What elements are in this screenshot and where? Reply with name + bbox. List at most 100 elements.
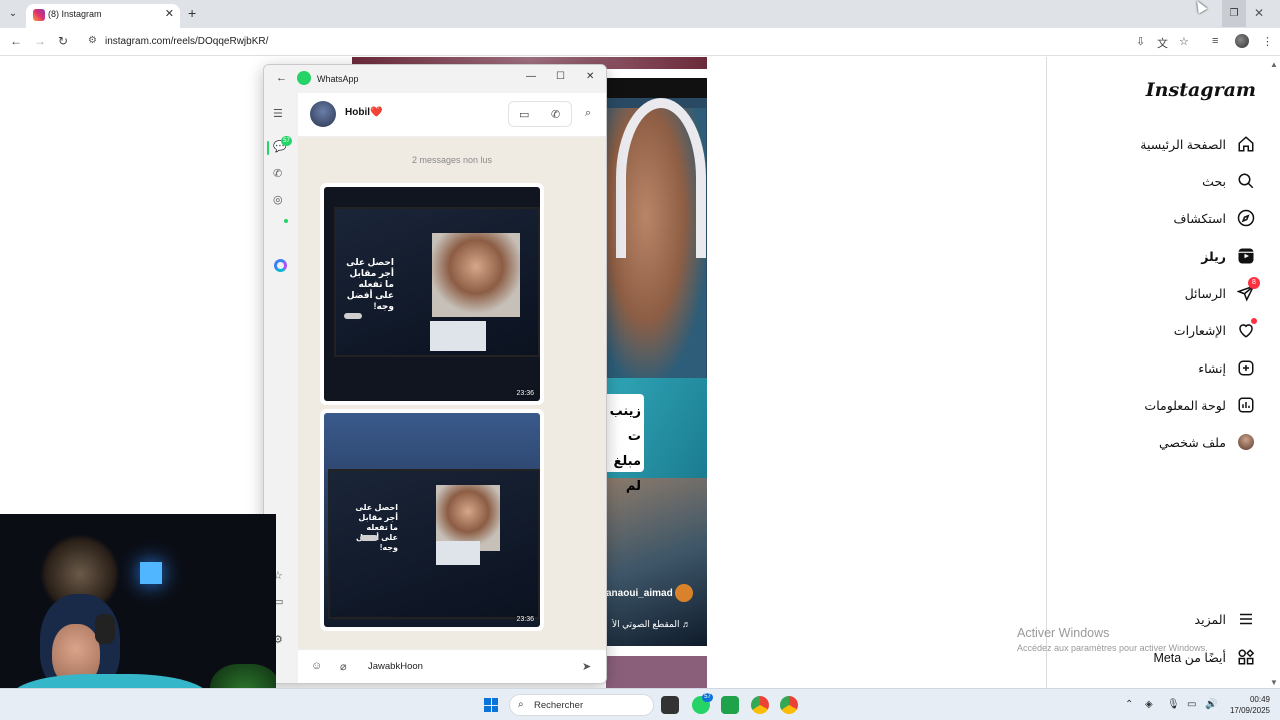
nav-home[interactable]: الصفحة الرئيسية <box>1140 132 1256 156</box>
attach-icon[interactable]: ⌀ <box>340 660 347 673</box>
bookmark-star-icon[interactable]: ☆ <box>1179 35 1189 48</box>
messages-icon: 8 <box>1236 277 1260 303</box>
reel-username[interactable]: anaoui_aimad <box>606 588 673 599</box>
tab-close-icon[interactable]: ✕ <box>165 7 174 20</box>
install-app-icon[interactable]: ⇩ <box>1136 35 1145 48</box>
nav-dashboard[interactable]: لوحة المعلومات <box>1144 393 1256 417</box>
monitor-pip-window <box>436 541 480 565</box>
minimize-button[interactable]: — <box>526 71 536 82</box>
nav-notifications[interactable]: الإشعارات <box>1173 318 1257 342</box>
browser-tab[interactable]: (8) Instagram ✕ <box>26 4 180 28</box>
home-icon <box>1236 134 1256 154</box>
create-icon <box>1236 358 1256 378</box>
nav-label: الرسائل <box>1184 286 1226 301</box>
nav-label: المزيد <box>1194 612 1226 627</box>
image-message[interactable]: احصل على أجر مقابل ما تفعله على أفضل وجه… <box>320 183 544 405</box>
volume-icon[interactable]: 🔊 <box>1205 699 1217 710</box>
forward-icon[interactable]: → <box>34 34 46 48</box>
taskbar-clock[interactable]: 00:49 17/09/2025 <box>1228 694 1270 716</box>
unread-messages-divider: 2 messages non lus <box>411 155 493 165</box>
nav-label: ملف شخصي <box>1158 435 1226 450</box>
meta-ai-icon[interactable] <box>274 259 287 272</box>
nav-profile[interactable]: ملف شخصي <box>1159 430 1256 454</box>
instagram-logo[interactable]: Instagram <box>1146 79 1256 101</box>
monitor-headline: احصل على أجر مقابل ما تفعله على أفضل وجه… <box>355 503 398 552</box>
reel-caption-overlay: زينب ت مبلغ لم <box>606 394 644 493</box>
active-indicator <box>267 141 269 155</box>
send-icon[interactable]: ➤ <box>582 660 591 673</box>
emoji-icon[interactable]: ☺ <box>311 660 322 672</box>
whatsapp-titlebar: ← WhatsApp — ☐ ✕ <box>264 65 606 93</box>
microphone-icon[interactable]: 🎙 <box>1167 699 1180 710</box>
whatsapp-window: ← WhatsApp — ☐ ✕ ☰ 💬 57 ✆ ◎ ☆ ▭ ⚙ Hobil❤… <box>263 64 607 684</box>
search-icon[interactable]: ⌕ <box>585 107 591 120</box>
nav-messages[interactable]: الرسائل 8 <box>1184 277 1260 305</box>
nav-create[interactable]: إنشاء <box>1198 356 1256 380</box>
search-icon <box>1236 171 1256 191</box>
apps-grid-icon <box>1236 647 1256 667</box>
chrome-taskbar-icon[interactable] <box>751 696 769 714</box>
message-input[interactable]: JawabkHoon <box>368 661 423 672</box>
mouse-cursor-icon <box>1192 0 1208 14</box>
scroll-up-arrow-icon[interactable]: ▲ <box>1270 60 1278 69</box>
taskbar-search[interactable]: ⌕ Rechercher <box>509 694 654 716</box>
app-title: WhatsApp <box>317 74 359 84</box>
webcam-headset <box>95 614 115 644</box>
status-icon[interactable]: ◎ <box>273 193 283 206</box>
monitor-button <box>344 313 362 319</box>
nav-label: الإشعارات <box>1173 323 1226 338</box>
status-new-dot <box>284 219 288 223</box>
tab-search-button[interactable]: ⌄ <box>4 5 22 23</box>
back-icon[interactable]: ← <box>10 34 22 48</box>
voice-call-icon[interactable]: ✆ <box>551 108 560 121</box>
watermark-subtitle: Accédez aux paramètres pour activer Wind… <box>1017 643 1208 653</box>
site-info-icon[interactable]: ⚙ <box>88 35 97 46</box>
monitor-button <box>360 535 378 541</box>
reel-top-area <box>606 78 707 98</box>
nav-reels[interactable]: ريلز <box>1201 244 1256 268</box>
tray-overflow-icon[interactable]: ⌃ <box>1125 699 1133 710</box>
maximize-button[interactable]: ☐ <box>556 71 565 82</box>
close-button[interactable]: ✕ <box>586 71 594 82</box>
call-buttons: ▭ ✆ <box>508 101 572 127</box>
search-placeholder: Rechercher <box>534 700 584 711</box>
reel-video[interactable]: زينب ت مبلغ لم anaoui_aimad ♬ المقطع الص… <box>606 78 707 646</box>
reel-hijab <box>616 98 706 258</box>
chrome-profile-taskbar-icon[interactable] <box>780 696 798 714</box>
task-view-icon[interactable] <box>661 696 679 714</box>
back-icon[interactable]: ← <box>276 72 287 84</box>
browser-menu-icon[interactable]: ⋮ <box>1262 35 1273 48</box>
menu-icon <box>1236 609 1256 629</box>
image-message[interactable]: احصل على أجر مقابل ما تفعله على أفضل وجه… <box>320 409 544 631</box>
url-text[interactable]: instagram.com/reels/DOqqeRwjbKR/ <box>105 36 268 47</box>
reel-user-avatar[interactable] <box>675 584 693 602</box>
reload-icon[interactable]: ↻ <box>58 34 68 48</box>
window-restore-button[interactable]: ❐ <box>1222 0 1246 27</box>
browser-profile-avatar[interactable] <box>1235 34 1249 48</box>
contact-name[interactable]: Hobil❤️ <box>345 107 382 118</box>
windows-taskbar: ⌕ Rechercher 57 ⌃ ◈ 🎙 ▭ 🔊 00:49 17/09/20… <box>0 688 1280 720</box>
contact-avatar[interactable] <box>310 101 336 127</box>
app-taskbar-icon[interactable] <box>721 696 739 714</box>
clock-date: 17/09/2025 <box>1229 706 1270 715</box>
new-tab-button[interactable]: + <box>188 5 196 21</box>
watermark-title: Activer Windows <box>1017 626 1110 640</box>
scroll-down-arrow-icon[interactable]: ▼ <box>1270 678 1278 687</box>
translate-icon[interactable]: 文 <box>1157 35 1168 51</box>
dashboard-icon <box>1236 395 1256 415</box>
nav-explore[interactable]: استكشاف <box>1173 206 1256 230</box>
network-icon[interactable]: ▭ <box>1187 699 1196 710</box>
windows-start-icon[interactable] <box>484 698 498 712</box>
nav-search[interactable]: بحث <box>1202 169 1256 193</box>
image-thumbnail: احصل على أجر مقابل ما تفعله على أفضل وجه… <box>324 413 540 627</box>
reel-audio-label[interactable]: ♬ المقطع الصوتي الأ <box>606 619 691 630</box>
tray-app-icon[interactable]: ◈ <box>1145 699 1153 710</box>
menu-icon[interactable]: ☰ <box>273 107 283 120</box>
reel-caption-line: مبلغ <box>613 453 641 468</box>
media-controls-icon[interactable]: ≡ <box>1212 35 1218 47</box>
address-bar[interactable]: ⚙ instagram.com/reels/DOqqeRwjbKR/ <box>80 31 1130 53</box>
clock-time: 00:49 <box>1249 695 1270 704</box>
calls-icon[interactable]: ✆ <box>273 167 282 180</box>
video-call-icon[interactable]: ▭ <box>519 108 529 121</box>
window-close-button[interactable]: ✕ <box>1254 6 1264 20</box>
